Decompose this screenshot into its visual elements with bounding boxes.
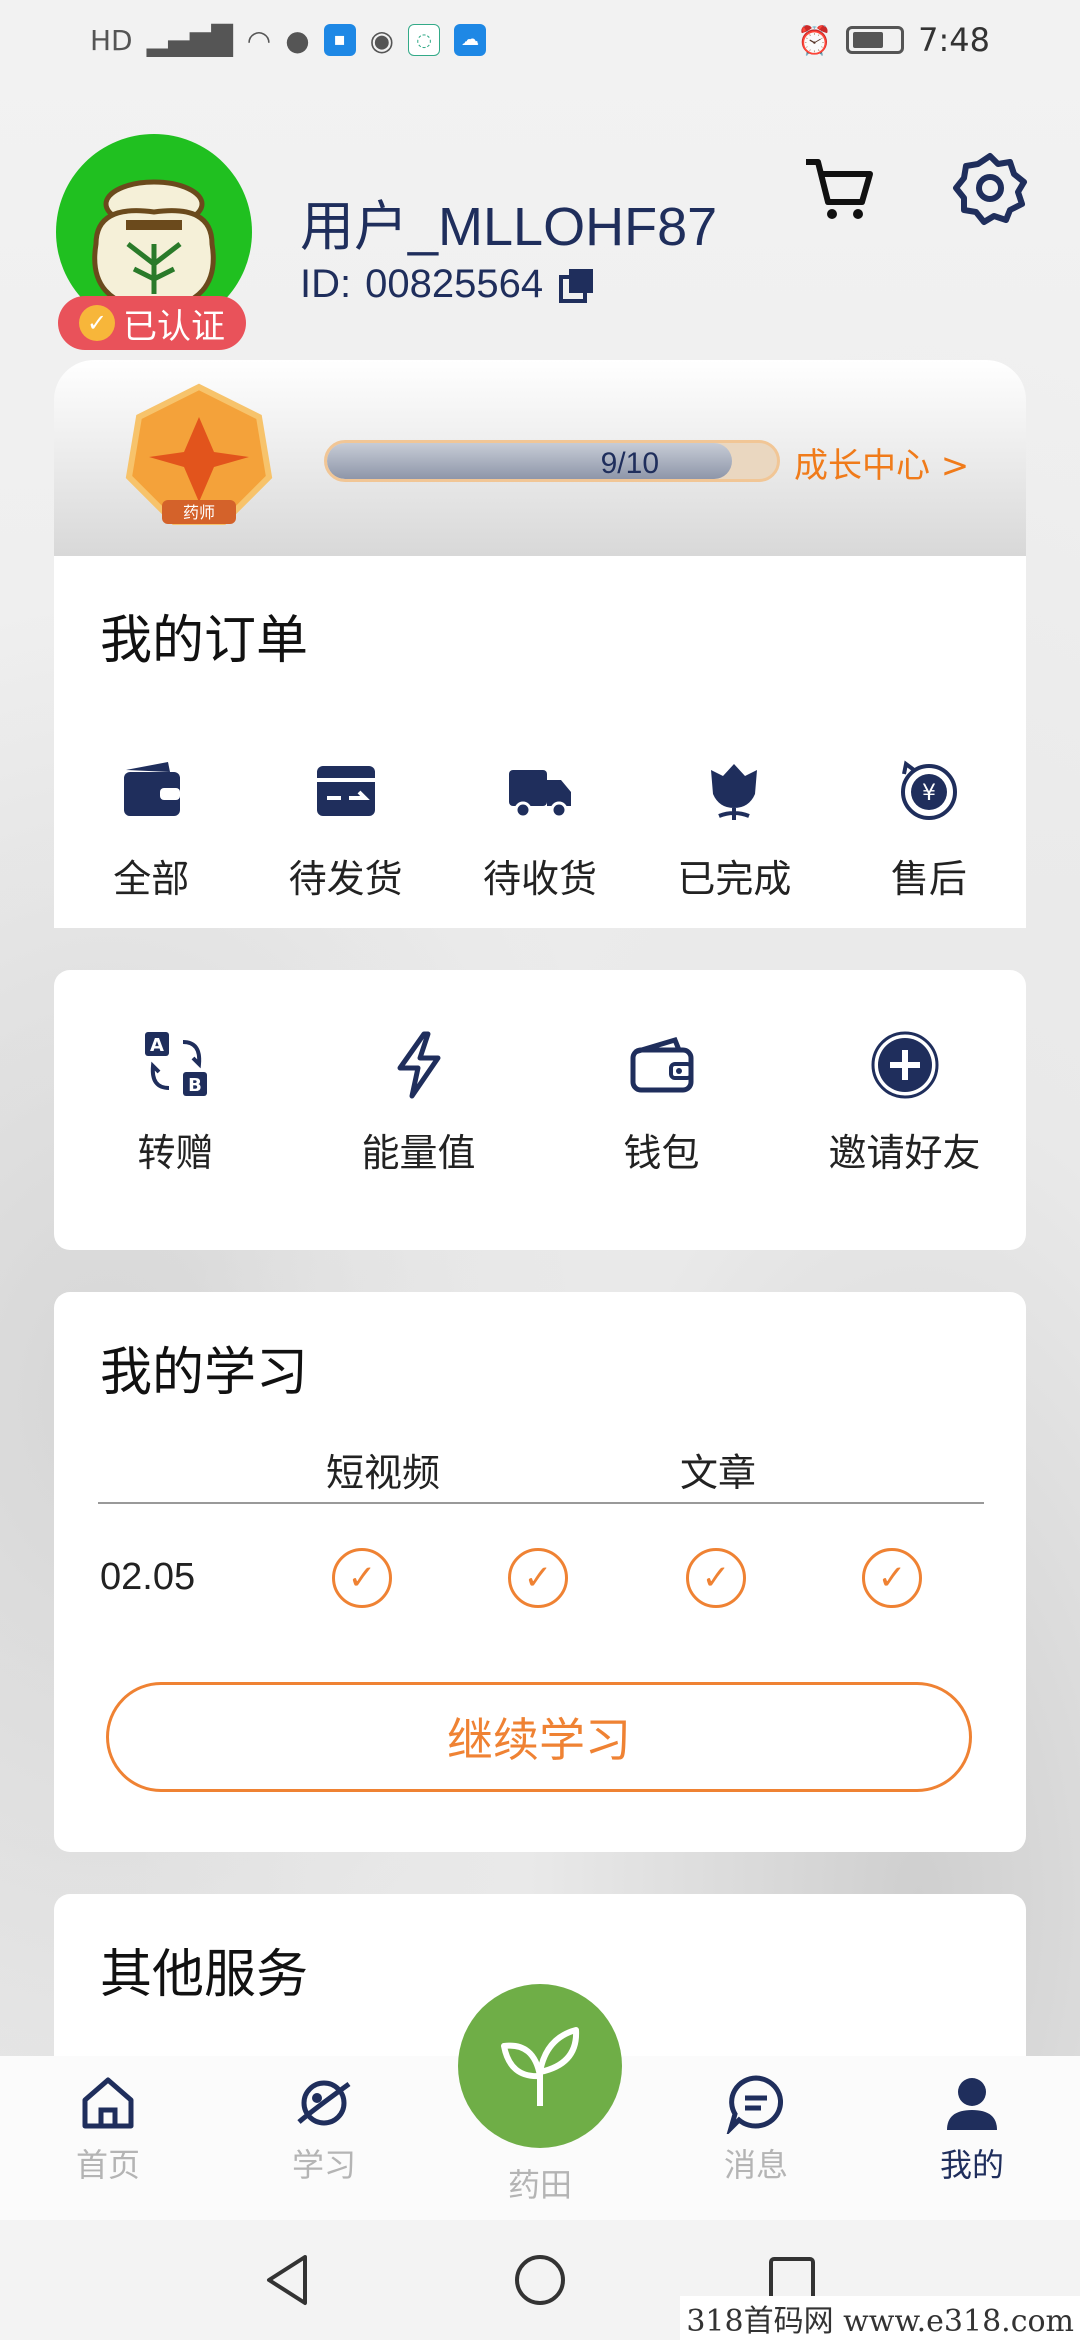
hd-icon: HD	[90, 23, 133, 57]
services-title: 其他服务	[100, 1945, 309, 2005]
study-title: 我的学习	[100, 1343, 309, 1403]
order-all-label: 全部	[113, 857, 190, 901]
tab-herb-field[interactable]	[458, 1984, 622, 2148]
home-icon	[82, 2077, 134, 2129]
orders-title: 我的订单	[100, 611, 309, 671]
tab-study[interactable]: 学习	[254, 2072, 394, 2186]
tab-messages-label: 消息	[723, 2146, 788, 2184]
article-header: 文章	[680, 1451, 757, 1495]
order-to-receive[interactable]: 待收货	[443, 756, 637, 903]
level-progress-bar: 9/10	[324, 440, 780, 482]
user-id: ID: 00825564	[300, 262, 597, 307]
lightning-icon	[397, 1031, 440, 1099]
planet-icon	[297, 2080, 351, 2126]
order-completed-label: 已完成	[677, 857, 792, 901]
short-video-header: 短视频	[326, 1451, 441, 1495]
tools-card: A B 转赠 能量值 钱包 邀请好友	[54, 970, 1026, 1250]
order-after-sale[interactable]: ¥ 售后	[832, 756, 1026, 903]
shipment-icon	[316, 766, 375, 816]
username: 用户_MLLOHF87	[300, 197, 718, 257]
settings-gear-icon[interactable]	[952, 150, 1028, 226]
wallet[interactable]: 钱包	[540, 1030, 783, 1177]
svg-text:¥: ¥	[922, 781, 936, 806]
study-card: 我的学习 短视频 文章 02.05 ✓ ✓ ✓ ✓ 继续学习	[54, 1292, 1026, 1852]
check-circle-icon: ✓	[332, 1548, 392, 1608]
wallet-icon	[124, 762, 181, 816]
orders-card: 我的订单 全部 待发货 待收货 已完成 ¥ 售后	[54, 556, 1026, 928]
divider	[98, 1502, 984, 1504]
check-icon: ✓	[79, 305, 115, 341]
battery-icon	[846, 26, 905, 54]
tab-herb-field-label: 药田	[507, 2166, 572, 2204]
check-circle-icon: ✓	[686, 1548, 746, 1608]
order-to-ship[interactable]: 待发货	[248, 756, 442, 903]
order-completed[interactable]: 已完成	[637, 756, 831, 903]
invite-friends[interactable]: 邀请好友	[783, 1030, 1026, 1177]
wallet-label: 钱包	[623, 1131, 700, 1175]
order-to-ship-label: 待发货	[288, 857, 403, 901]
wechat-icon: ◉	[369, 23, 395, 57]
verified-label: 已认证	[123, 306, 225, 347]
check-circle-icon: ✓	[862, 1548, 922, 1608]
svg-text:B: B	[188, 1075, 202, 1096]
truck-icon	[509, 770, 572, 819]
chat-icon	[726, 2075, 783, 2134]
home-circle-icon[interactable]	[513, 2253, 567, 2307]
svg-text:A: A	[150, 1035, 164, 1056]
status-time: 7:48	[918, 21, 990, 59]
copy-icon[interactable]	[557, 265, 597, 305]
transfer-icon: A B	[144, 1032, 207, 1096]
tab-messages[interactable]: 消息	[686, 2072, 826, 2186]
back-icon[interactable]	[263, 2253, 313, 2307]
watermark: 318首码网 www.e318.com	[680, 2296, 1080, 2340]
order-to-receive-label: 待收货	[483, 857, 598, 901]
lotus-icon	[711, 764, 758, 820]
tab-mine-label: 我的	[939, 2146, 1004, 2184]
signal-icon: ▂▄▆█	[146, 23, 233, 57]
app-notification-icon: ▪	[323, 24, 356, 56]
plus-circle-icon	[871, 1031, 938, 1099]
invite-label: 邀请好友	[828, 1131, 981, 1175]
wallet-outline-icon	[630, 1036, 693, 1093]
badge-label: 药师	[183, 503, 215, 522]
status-bar: HD ▂▄▆█ ◠ ● ▪ ◉ ◌ ☁ ⏰ 7:48	[0, 0, 1080, 80]
progress-text: 9/10	[600, 447, 659, 480]
order-after-sale-label: 售后	[890, 857, 967, 901]
cart-icon[interactable]	[800, 150, 876, 226]
verified-badge: ✓ 已认证	[58, 296, 246, 350]
energy-value[interactable]: 能量值	[297, 1030, 540, 1177]
refund-icon: ¥	[900, 760, 957, 820]
tab-home-label: 首页	[75, 2146, 140, 2184]
transfer-label: 转赠	[137, 1131, 214, 1175]
id-label: ID:	[300, 262, 352, 306]
study-date: 02.05	[100, 1556, 196, 1598]
energy-label: 能量值	[361, 1131, 476, 1175]
progress-fill	[327, 443, 732, 479]
wifi-icon: ◠	[246, 23, 272, 57]
sprout-icon	[501, 2027, 580, 2106]
tab-home[interactable]: 首页	[38, 2072, 178, 2186]
order-all[interactable]: 全部	[54, 756, 248, 903]
growth-center-link[interactable]: 成长中心 >	[794, 438, 969, 487]
id-value: 00825564	[365, 262, 544, 306]
pharmacist-badge-icon: 药师	[125, 383, 273, 525]
alarm-icon: ⏰	[797, 23, 833, 57]
weather-icon: ☁	[454, 24, 487, 56]
tab-mine[interactable]: 我的	[902, 2072, 1042, 2186]
continue-learning-button[interactable]: 继续学习	[106, 1682, 972, 1792]
transfer-gift[interactable]: A B 转赠	[54, 1030, 297, 1177]
qq-icon: ●	[285, 23, 310, 57]
chat-notification-icon: ◌	[408, 24, 441, 56]
check-circle-icon: ✓	[508, 1548, 568, 1608]
user-icon	[947, 2078, 997, 2130]
tab-study-label: 学习	[291, 2146, 356, 2184]
level-card: 药师 9/10 成长中心 >	[54, 360, 1026, 556]
